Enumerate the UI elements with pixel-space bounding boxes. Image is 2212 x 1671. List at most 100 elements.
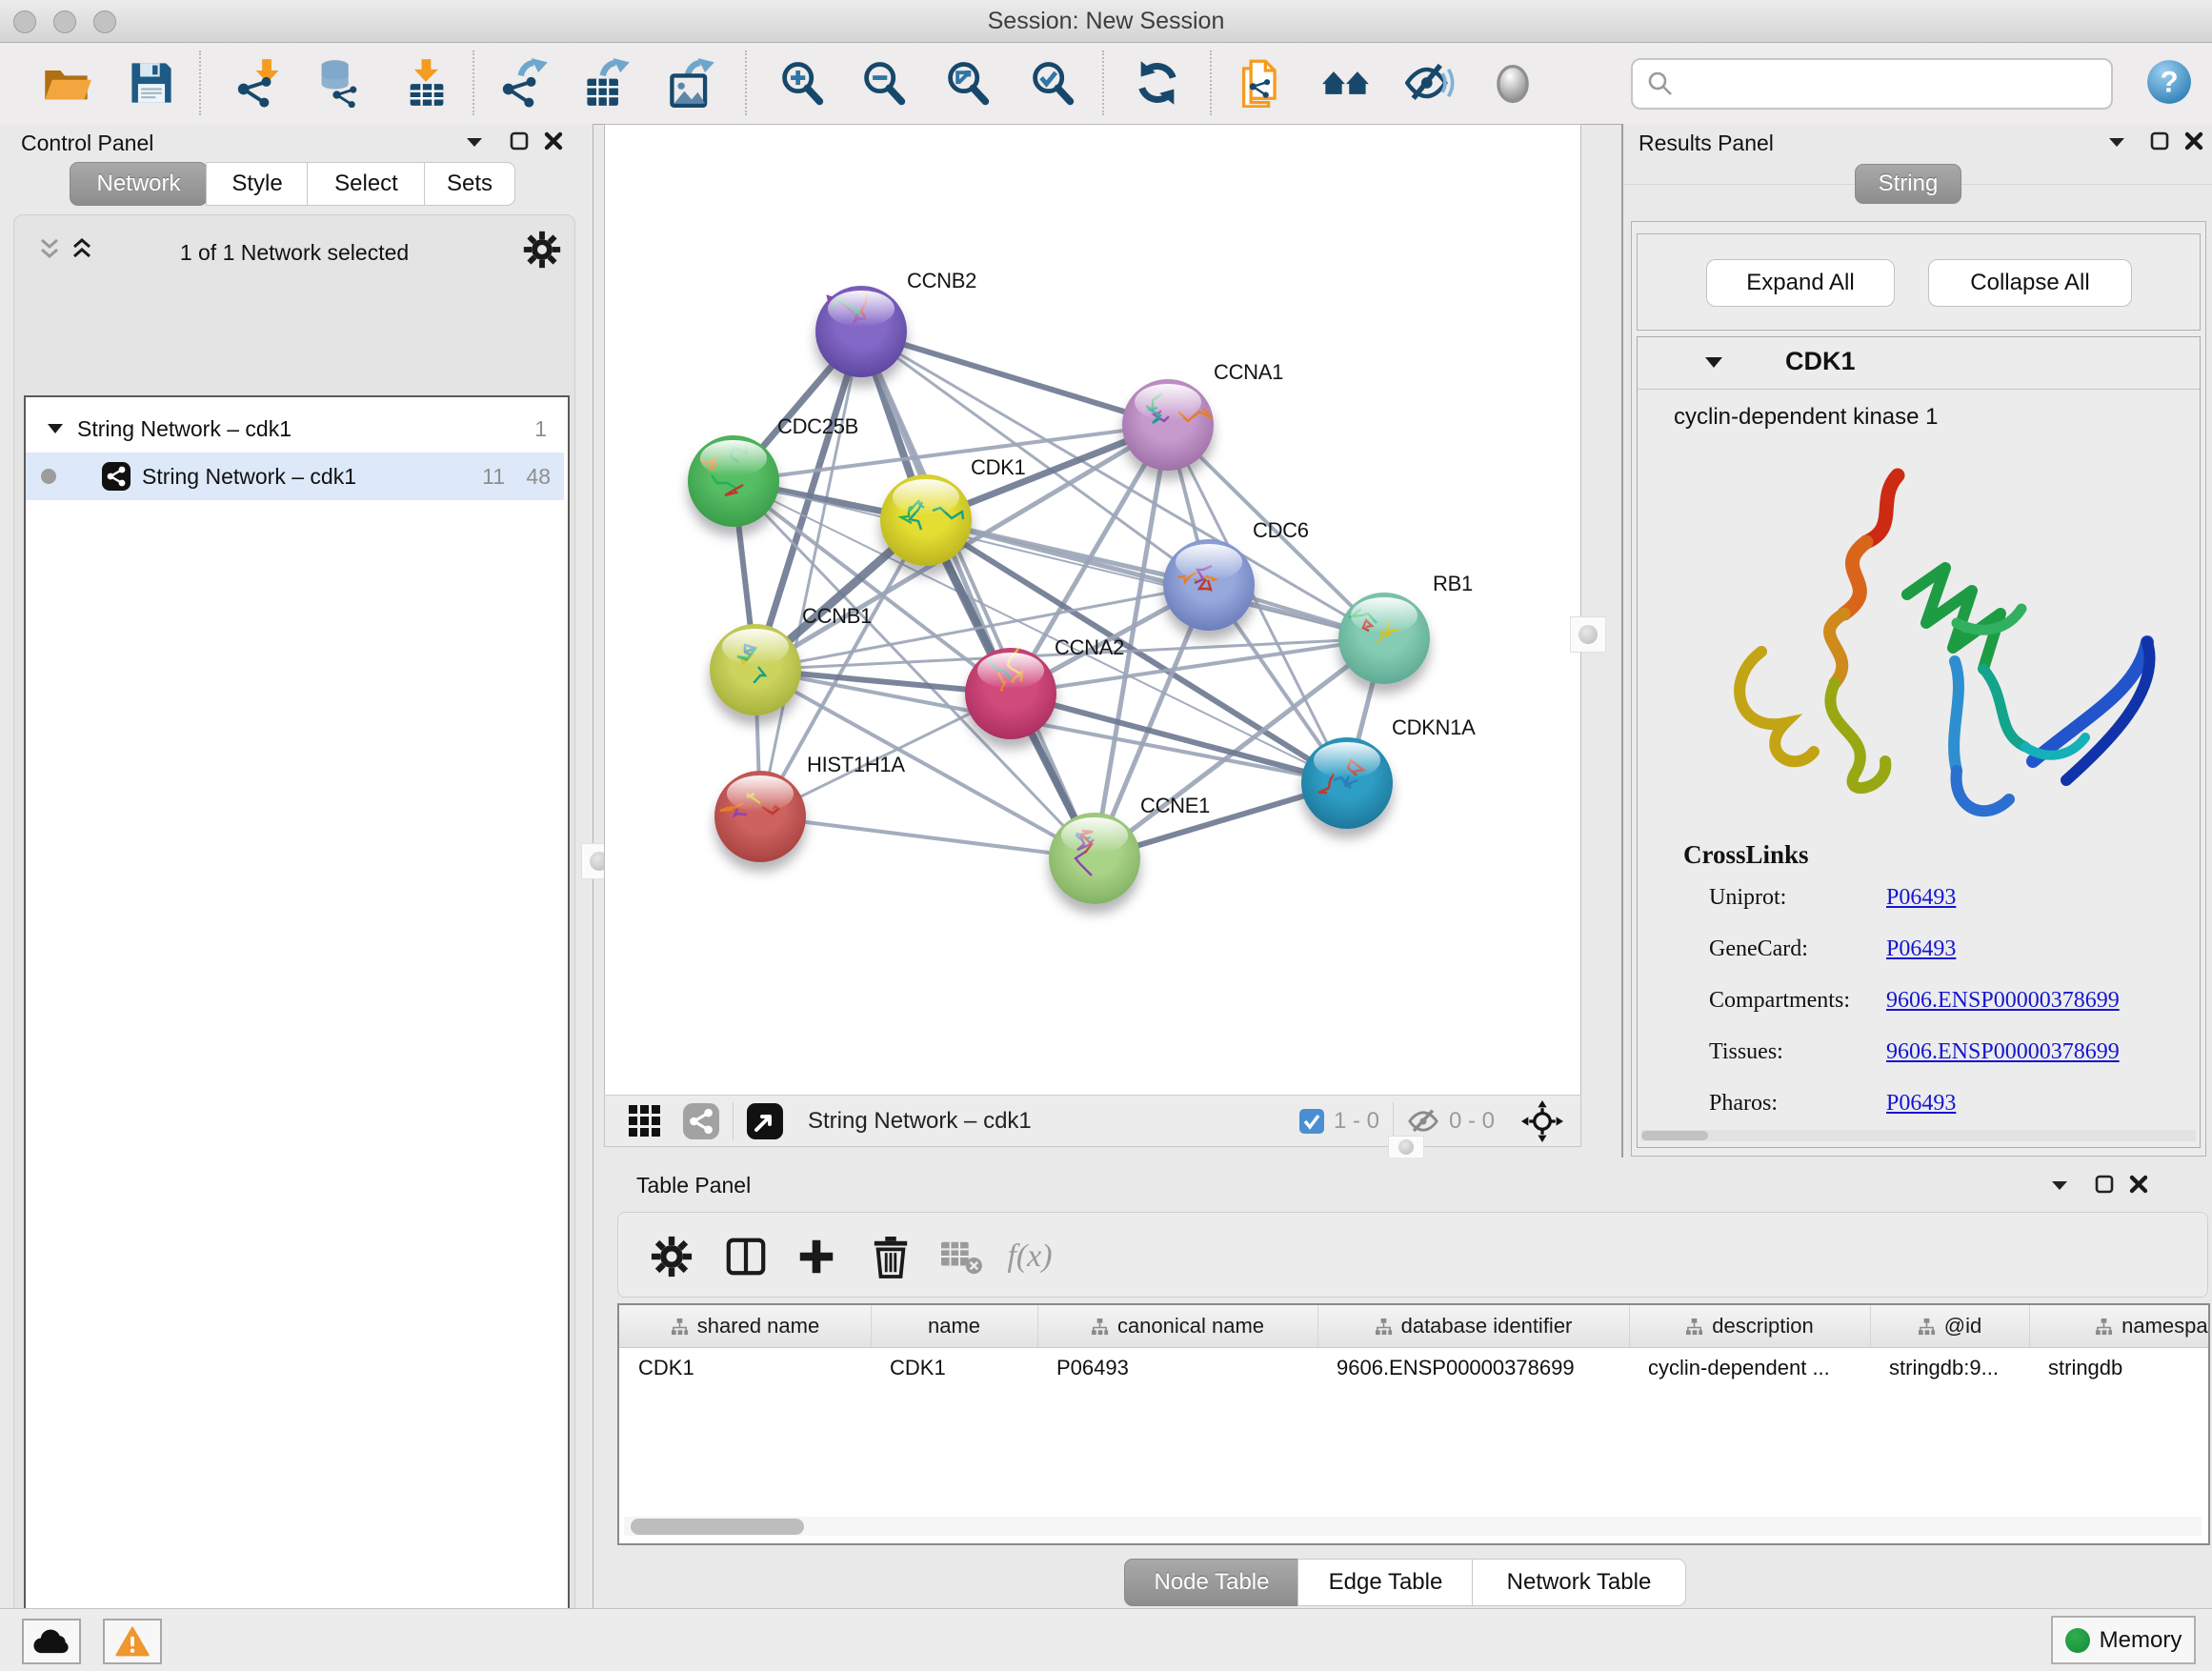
crosslink-link[interactable]: 9606.ENSP00000378699 — [1886, 988, 2120, 1013]
column-header-namespace[interactable]: namespace — [2029, 1305, 2210, 1347]
node-CDK1[interactable] — [880, 474, 972, 566]
search-input[interactable] — [1682, 70, 2111, 98]
cloud-button[interactable] — [22, 1619, 81, 1664]
cell-namespace[interactable]: stringdb — [2029, 1347, 2210, 1389]
export-network-button[interactable] — [498, 56, 552, 110]
node-structure-thumbnail — [880, 474, 972, 566]
tab-sets[interactable]: Sets — [424, 162, 515, 206]
grid-view-icon[interactable] — [628, 1104, 662, 1138]
table-panel-float-icon[interactable] — [2050, 1178, 2069, 1192]
table-panel-close-icon[interactable] — [2128, 1174, 2149, 1195]
right-splitter-handle[interactable] — [1570, 616, 1606, 653]
table-panel-undock-icon[interactable] — [2094, 1174, 2115, 1195]
node-CDC25B[interactable] — [688, 435, 779, 527]
first-neighbors-button[interactable] — [1319, 56, 1373, 110]
level-of-detail-button[interactable] — [1486, 56, 1539, 110]
gene-entry-header[interactable]: CDK1 — [1638, 337, 2200, 390]
edge-CCNB2-CCNE1[interactable] — [861, 332, 1095, 858]
hide-graphics-details-button[interactable] — [1403, 56, 1457, 110]
cell-@id[interactable]: stringdb:9... — [1870, 1347, 2029, 1389]
memory-button[interactable]: Memory — [2051, 1616, 2196, 1664]
edge-CCNB2-HIST1H1A[interactable] — [760, 332, 861, 816]
node-RB1[interactable] — [1338, 593, 1430, 684]
node-HIST1H1A[interactable] — [714, 771, 806, 862]
network-row[interactable]: String Network – cdk1 11 48 — [26, 453, 564, 500]
gene-collapse-icon[interactable] — [1704, 356, 1723, 369]
export-image-button[interactable] — [665, 56, 718, 110]
node-CCNB1[interactable] — [710, 624, 801, 715]
node-CDKN1A[interactable] — [1301, 737, 1393, 829]
cell-shared-name[interactable]: CDK1 — [619, 1347, 871, 1389]
tab-node-table[interactable]: Node Table — [1124, 1559, 1299, 1606]
node-CCNA2[interactable] — [965, 648, 1056, 739]
collapse-all-button[interactable]: Collapse All — [1928, 259, 2132, 307]
control-panel-undock-icon[interactable] — [509, 131, 530, 151]
results-panel-float-icon[interactable] — [2107, 135, 2126, 149]
clone-network-button[interactable] — [1235, 56, 1288, 110]
column-header-canonical-name[interactable]: canonical name — [1037, 1305, 1318, 1347]
search-box[interactable] — [1631, 58, 2113, 110]
control-panel-close-icon[interactable] — [543, 131, 564, 151]
tab-string[interactable]: String — [1855, 164, 1961, 204]
warning-button[interactable] — [103, 1619, 162, 1664]
cell-name[interactable]: CDK1 — [871, 1347, 1037, 1389]
selected-count: 1 - 0 — [1334, 1108, 1379, 1135]
network-options-gear-icon[interactable] — [523, 231, 561, 269]
help-button[interactable]: ? — [2145, 58, 2193, 106]
collection-collapse-icon[interactable] — [47, 423, 64, 434]
column-header-shared-name[interactable]: shared name — [619, 1305, 872, 1347]
tab-network[interactable]: Network — [70, 162, 208, 206]
crosslink-link[interactable]: P06493 — [1886, 885, 1956, 910]
cell-description[interactable]: cyclin-dependent ... — [1629, 1347, 1870, 1389]
results-panel-undock-icon[interactable] — [2149, 131, 2170, 151]
cell-canonical-name[interactable]: P06493 — [1037, 1347, 1317, 1389]
import-network-button[interactable] — [233, 56, 287, 110]
node-CCNA1[interactable] — [1122, 379, 1214, 471]
column-header-database-identifier[interactable]: database identifier — [1317, 1305, 1630, 1347]
table-hscrollbar[interactable] — [624, 1517, 2202, 1536]
selected-checkbox-icon[interactable] — [1299, 1109, 1324, 1134]
svg-text:?: ? — [2160, 65, 2178, 98]
refresh-view-button[interactable] — [1131, 56, 1184, 110]
crosslink-link[interactable]: P06493 — [1886, 1091, 1956, 1116]
column-header-@id[interactable]: @id — [1870, 1305, 2030, 1347]
cell-database-identifier[interactable]: 9606.ENSP00000378699 — [1317, 1347, 1629, 1389]
delete-column-icon[interactable] — [864, 1230, 917, 1283]
edge-HIST1H1A-CCNE1[interactable] — [760, 816, 1095, 858]
crosslink-link[interactable]: P06493 — [1886, 936, 1956, 961]
expand-all-button[interactable]: Expand All — [1706, 259, 1895, 307]
fit-selected-crosshair-icon[interactable] — [1521, 1100, 1563, 1142]
import-network-database-button[interactable] — [312, 56, 366, 110]
column-header-description[interactable]: description — [1629, 1305, 1871, 1347]
export-table-button[interactable] — [580, 56, 633, 110]
birds-eye-view-icon[interactable] — [747, 1103, 783, 1139]
results-hscrollbar[interactable] — [1641, 1130, 2196, 1141]
zoom-in-button[interactable] — [775, 56, 829, 110]
table-gear-icon[interactable] — [645, 1230, 698, 1283]
table-hscroll-thumb[interactable] — [631, 1519, 804, 1535]
show-column-icon[interactable] — [719, 1230, 773, 1283]
network-canvas[interactable]: CCNB2CCNA1CDC25BCDK1CDC6RB1CCNB1CCNA2CDK… — [604, 124, 1581, 1097]
save-session-button[interactable] — [125, 56, 178, 110]
import-table-button[interactable] — [400, 56, 453, 110]
network-overview-icon[interactable] — [683, 1103, 719, 1139]
network-collection-row[interactable]: String Network – cdk1 1 — [26, 405, 564, 453]
crosslink-link[interactable]: 9606.ENSP00000378699 — [1886, 1039, 2120, 1064]
edge-CDK1-RB1[interactable] — [926, 520, 1384, 638]
tab-edge-table[interactable]: Edge Table — [1297, 1559, 1474, 1606]
results-panel-close-icon[interactable] — [2183, 131, 2204, 151]
zoom-selected-button[interactable] — [1026, 56, 1079, 110]
tab-style[interactable]: Style — [206, 162, 309, 206]
zoom-out-button[interactable] — [857, 56, 911, 110]
tab-select[interactable]: Select — [307, 162, 426, 206]
zoom-fit-button[interactable] — [941, 56, 995, 110]
node-CDC6[interactable] — [1163, 539, 1255, 631]
add-column-icon[interactable] — [790, 1230, 843, 1283]
column-header-name[interactable]: name — [871, 1305, 1038, 1347]
bottom-splitter-handle[interactable] — [1388, 1136, 1424, 1158]
node-CCNB2[interactable] — [815, 286, 907, 377]
open-session-button[interactable] — [40, 56, 93, 110]
node-CCNE1[interactable] — [1049, 813, 1140, 904]
tab-network-table[interactable]: Network Table — [1472, 1559, 1686, 1606]
control-panel-float-icon[interactable] — [465, 135, 484, 149]
